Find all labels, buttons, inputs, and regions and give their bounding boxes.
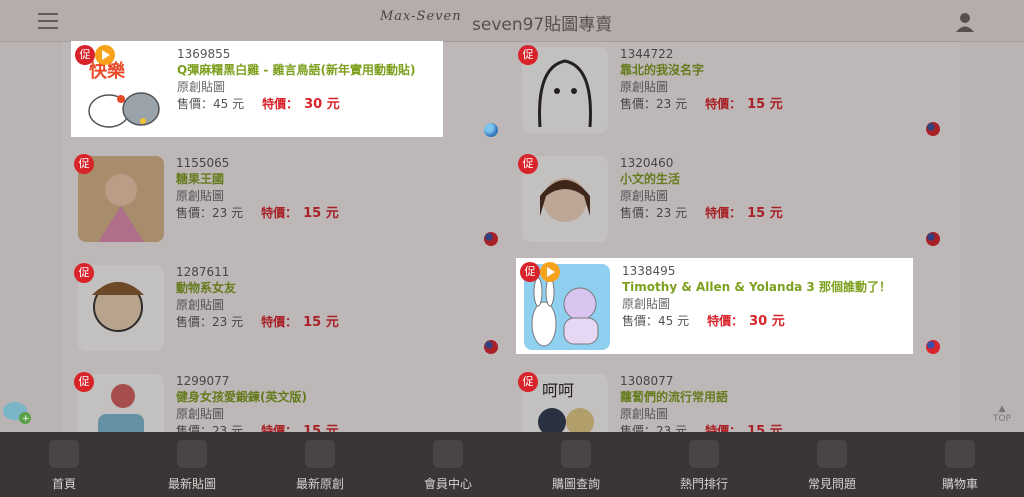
price-label: 售價：23 元 [176, 315, 244, 329]
product-id: 1344722 [620, 47, 674, 61]
promo-badge: 促 [520, 262, 540, 282]
product-type: 原創貼圖 [620, 189, 669, 203]
sticker-card-highlighted[interactable]: 促 快樂 1369855 Q彈麻糬黑白雞 - 雞言鳥語(新年實用動動貼) 原創貼… [71, 41, 443, 137]
page-title: seven97貼圖專賣 [472, 15, 613, 35]
product-name[interactable]: 小文的生活 [620, 171, 882, 188]
product-type: 原創貼圖 [620, 80, 669, 94]
sale-label: 特價： [261, 315, 298, 329]
taiwan-flag-icon [926, 340, 940, 354]
play-icon[interactable] [95, 45, 115, 65]
menu-icon[interactable] [38, 13, 58, 29]
sale-value: 30 元 [304, 97, 340, 112]
home-icon [49, 440, 79, 468]
play-icon[interactable] [540, 262, 560, 282]
nav-label: 最新貼圖 [167, 477, 216, 491]
svg-text:呵呵: 呵呵 [542, 381, 574, 400]
sale-label: 特價： [261, 206, 298, 220]
nav-label: 常見問題 [807, 477, 856, 491]
bottom-nav: 首頁 最新貼圖 最新原創 會員中心 購圖查詢 熱門排行 常見問題 購物車 [0, 432, 1024, 497]
price-label: 售價：23 元 [620, 206, 688, 220]
hourglass-icon [561, 440, 591, 468]
sticker-card[interactable]: 促 1320460 小文的生活 原創貼圖 售價：23 元 特價： 15 元 [514, 150, 886, 246]
promo-badge: 促 [518, 372, 538, 392]
product-id: 1287611 [176, 265, 230, 279]
product-type: 原創貼圖 [176, 189, 225, 203]
product-name[interactable]: 蘿蔔們的流行常用語 [620, 389, 882, 406]
product-type: 原創貼圖 [620, 407, 669, 421]
trophy-icon [689, 440, 719, 468]
product-name[interactable]: 靠北的我沒名字 [620, 62, 882, 79]
product-type: 原創貼圖 [622, 297, 671, 311]
promo-badge: 促 [518, 45, 538, 65]
promo-badge: 促 [74, 372, 94, 392]
product-id: 1308077 [620, 374, 674, 388]
product-name[interactable]: 糖果王國 [176, 171, 438, 188]
product-name[interactable]: Q彈麻糬黑白雞 - 雞言鳥語(新年實用動動貼) [177, 62, 439, 79]
product-id: 1369855 [177, 47, 231, 61]
nav-label: 熱門排行 [679, 477, 728, 491]
globe-icon [484, 123, 498, 137]
taiwan-flag-icon [484, 232, 498, 246]
sale-value: 15 元 [303, 315, 339, 330]
taiwan-flag-icon [484, 340, 498, 354]
nav-rankings[interactable]: 熱門排行 [640, 432, 768, 497]
book-icon [177, 440, 207, 468]
promo-badge: 促 [74, 154, 94, 174]
nav-label: 購圖查詢 [551, 477, 600, 491]
sale-label: 特價： [705, 206, 742, 220]
nav-home[interactable]: 首頁 [0, 432, 128, 497]
sticker-card[interactable]: 促 1287611 動物系女友 原創貼圖 售價：23 元 特價： 15 元 [70, 259, 442, 355]
nav-label: 最新原創 [295, 477, 344, 491]
product-name[interactable]: Timothy & Allen & Yolanda 3 那個誰動了！ [622, 279, 909, 296]
sticker-card[interactable]: 促 1155065 糖果王國 原創貼圖 售價：23 元 特價： 15 元 [70, 150, 442, 246]
taiwan-flag-icon [926, 232, 940, 246]
product-id: 1338495 [622, 264, 676, 278]
product-id: 1320460 [620, 156, 674, 170]
back-to-top-button[interactable]: ▲ TOP [990, 404, 1014, 428]
promo-badge: 促 [74, 263, 94, 283]
price-label: 售價：23 元 [620, 97, 688, 111]
user-icon [433, 440, 463, 468]
nav-label: 購物車 [941, 477, 978, 491]
product-id: 1299077 [176, 374, 230, 388]
taiwan-flag-icon [926, 122, 940, 136]
price-label: 售價：45 元 [177, 97, 245, 111]
nav-faq[interactable]: 常見問題 [768, 432, 896, 497]
promo-badge: 促 [518, 154, 538, 174]
sale-label: 特價： [707, 314, 744, 328]
product-type: 原創貼圖 [176, 407, 225, 421]
nav-label: 首頁 [51, 477, 76, 491]
product-id: 1155065 [176, 156, 230, 170]
sale-label: 特價： [705, 97, 742, 111]
price-label: 售價：45 元 [622, 314, 690, 328]
nav-cart[interactable]: 購物車 [896, 432, 1024, 497]
site-logo: Max-Seven [380, 9, 462, 24]
sale-value: 15 元 [747, 97, 783, 112]
product-type: 原創貼圖 [176, 298, 225, 312]
user-icon[interactable] [955, 12, 975, 32]
svg-text:+: + [22, 414, 30, 424]
product-type: 原創貼圖 [177, 80, 226, 94]
sale-value: 30 元 [749, 314, 785, 329]
top-label: TOP [992, 414, 1011, 424]
product-name[interactable]: 動物系女友 [176, 280, 438, 297]
app-header: Max-Seven seven97貼圖專賣 [0, 0, 1024, 42]
nav-member-center[interactable]: 會員中心 [384, 432, 512, 497]
pen-icon [305, 440, 335, 468]
product-name[interactable]: 健身女孩愛鍛鍊(英文版) [176, 389, 438, 406]
nav-order-lookup[interactable]: 購圖查詢 [512, 432, 640, 497]
sale-value: 15 元 [747, 206, 783, 221]
sale-value: 15 元 [303, 206, 339, 221]
nav-label: 會員中心 [423, 477, 472, 491]
question-icon [817, 440, 847, 468]
cart-icon [945, 440, 975, 468]
chat-icon[interactable]: + [2, 400, 32, 426]
promo-badge: 促 [75, 45, 95, 65]
sticker-card-highlighted[interactable]: 促 1338495 Timothy & Allen & Yolanda 3 那個… [516, 258, 913, 354]
sticker-card[interactable]: 促 1344722 靠北的我沒名字 原創貼圖 售價：23 元 特價： 15 元 [514, 41, 886, 137]
nav-new-stickers[interactable]: 最新貼圖 [128, 432, 256, 497]
price-label: 售價：23 元 [176, 206, 244, 220]
sale-label: 特價： [262, 97, 299, 111]
nav-new-originals[interactable]: 最新原創 [256, 432, 384, 497]
